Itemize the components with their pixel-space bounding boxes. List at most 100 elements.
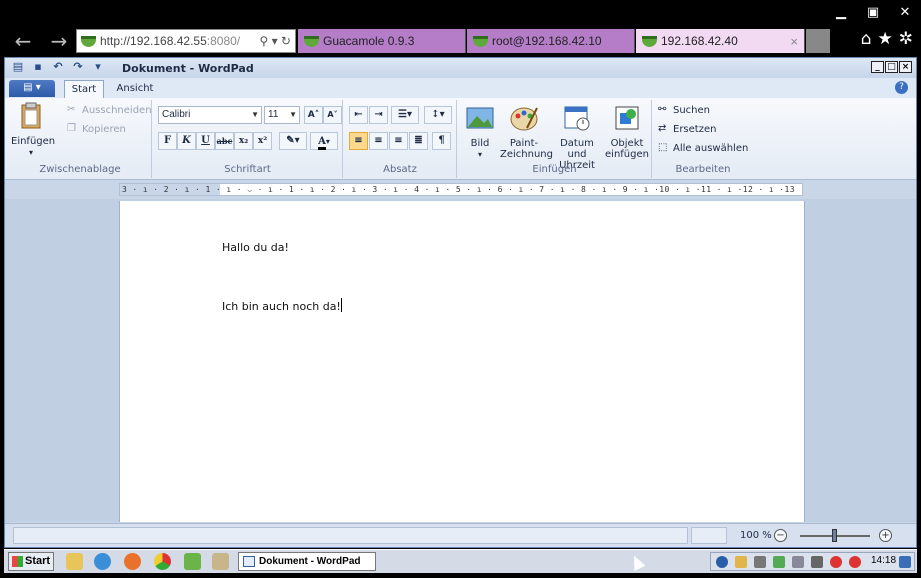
- align-left-icon[interactable]: ≡: [349, 132, 368, 150]
- date-time-button[interactable]: Datum und Uhrzeit: [550, 104, 604, 171]
- screen: ▁ ▣ ✕ ← → http://192.168.42.55:8080/ ⚲ ▾…: [0, 0, 921, 578]
- paste-dropdown-icon[interactable]: ▾: [11, 147, 51, 158]
- back-arrow-icon[interactable]: ←: [12, 30, 34, 52]
- show-desktop-icon[interactable]: [899, 556, 911, 568]
- ribbon-tab-row: ▤ ▾ Start Ansicht ?: [5, 78, 916, 98]
- ruler[interactable]: 3 · ı · 2 · ı · 1 · ı · ⌵ · ı · 1 · ı · …: [5, 181, 916, 199]
- subscript-button[interactable]: x₂: [234, 132, 253, 150]
- bullet-list-icon[interactable]: ☰▾: [391, 106, 419, 124]
- copy-icon: ❐: [67, 123, 76, 134]
- font-family-select[interactable]: Calibri ▼: [158, 106, 262, 124]
- select-all-icon: ⬚: [658, 142, 668, 153]
- document-line: Ich bin auch noch da!: [222, 300, 341, 313]
- align-right-icon[interactable]: ≡: [389, 132, 408, 150]
- font-size-select[interactable]: 11 ▼: [264, 106, 300, 124]
- app-menu-button[interactable]: ▤ ▾: [9, 80, 55, 97]
- minimize-icon[interactable]: ▁: [825, 0, 857, 24]
- minimize-icon[interactable]: _: [871, 61, 884, 73]
- address-bar[interactable]: http://192.168.42.55:8080/ ⚲ ▾ ↻: [76, 29, 296, 53]
- insert-object-button[interactable]: Objekt einfügen: [605, 104, 649, 160]
- find-button[interactable]: ⚯ Suchen: [658, 104, 710, 116]
- text-color-button[interactable]: A▾: [310, 132, 338, 150]
- customize-qat-icon[interactable]: ▾: [91, 60, 105, 74]
- tab-active-host[interactable]: 192.168.42.40 ×: [636, 29, 805, 53]
- replace-button[interactable]: ⇄ Ersetzen: [658, 123, 716, 135]
- close-icon[interactable]: ✕: [889, 0, 921, 24]
- underline-button[interactable]: U: [196, 132, 215, 150]
- help-icon[interactable]: ?: [895, 81, 908, 94]
- save-icon[interactable]: ▪: [31, 60, 45, 74]
- paste-button[interactable]: Einfügen ▾: [11, 102, 55, 158]
- justify-icon[interactable]: ≣: [409, 132, 428, 150]
- maximize-icon[interactable]: □: [885, 61, 898, 73]
- tray-icon[interactable]: [735, 556, 747, 568]
- chrome-icon[interactable]: [154, 553, 171, 570]
- italic-button[interactable]: K: [177, 132, 196, 150]
- group-editing: ⚯ Suchen ⇄ Ersetzen ⬚ Alle auswählen Bea…: [653, 100, 753, 178]
- close-icon[interactable]: ×: [899, 61, 912, 73]
- explorer-icon[interactable]: [66, 553, 83, 570]
- strikethrough-button[interactable]: abc: [215, 132, 234, 150]
- start-button[interactable]: Start: [8, 552, 54, 571]
- document-page[interactable]: Hallo du da! Ich bin auch noch da!: [119, 201, 805, 522]
- cut-button[interactable]: ✂ Ausschneiden: [67, 104, 152, 116]
- maximize-icon[interactable]: ▣: [857, 0, 889, 24]
- bold-button[interactable]: F: [158, 132, 177, 150]
- zoom-slider-thumb[interactable]: [832, 529, 837, 542]
- guacamole-favicon-icon: [642, 35, 657, 47]
- align-center-icon[interactable]: ≡: [369, 132, 388, 150]
- search-refresh-icon[interactable]: ⚲ ▾ ↻: [259, 34, 295, 48]
- home-icon[interactable]: ⌂: [861, 29, 872, 49]
- decrease-indent-icon[interactable]: ⇤: [349, 106, 368, 124]
- ie-icon[interactable]: [94, 553, 111, 570]
- clipboard-icon: [21, 102, 41, 129]
- picture-label: Bild: [470, 138, 490, 149]
- tab-root-ssh[interactable]: root@192.168.42.10: [467, 29, 635, 53]
- superscript-button[interactable]: x²: [253, 132, 272, 150]
- tray-icon[interactable]: [716, 556, 728, 568]
- wordpad-app-icon: ▤: [12, 60, 24, 73]
- chevron-down-icon: ▾: [477, 150, 482, 159]
- tab-label: root@192.168.42.10: [492, 34, 602, 48]
- tray-icon[interactable]: [830, 556, 842, 568]
- tab-guacamole[interactable]: Guacamole 0.9.3: [298, 29, 466, 53]
- tray-icon[interactable]: [811, 556, 823, 568]
- task-label: Dokument - WordPad: [259, 556, 361, 567]
- url-port: :8080/: [206, 34, 241, 48]
- group-insert: Bild ▾ Paint- Zeichnung Datum und Uhrzei…: [458, 100, 652, 178]
- document-area[interactable]: Hallo du da! Ich bin auch noch da!: [5, 199, 916, 522]
- zoom-in-button[interactable]: +: [879, 529, 892, 542]
- select-all-button[interactable]: ⬚ Alle auswählen: [658, 142, 748, 154]
- line-spacing-icon[interactable]: ↕▾: [424, 106, 452, 124]
- firefox-icon[interactable]: [124, 553, 141, 570]
- app-icon[interactable]: [212, 553, 229, 570]
- tray-icon[interactable]: [849, 556, 861, 568]
- tab-close-icon[interactable]: ×: [790, 34, 798, 49]
- picture-button[interactable]: Bild ▾: [462, 104, 498, 160]
- grow-font-button[interactable]: A˄: [304, 106, 323, 124]
- shrink-font-button[interactable]: A˅: [323, 106, 342, 124]
- increase-indent-icon[interactable]: ⇥: [369, 106, 388, 124]
- new-tab-area[interactable]: [806, 29, 830, 53]
- tab-start[interactable]: Start: [64, 80, 104, 98]
- copy-button[interactable]: ❐ Kopieren: [67, 123, 126, 135]
- tray-icon[interactable]: [792, 556, 804, 568]
- undo-icon[interactable]: ↶: [51, 60, 65, 74]
- app-icon[interactable]: [184, 553, 201, 570]
- gear-icon[interactable]: ✲: [899, 29, 913, 49]
- paint-drawing-button[interactable]: Paint- Zeichnung: [500, 104, 553, 160]
- object-icon: [615, 106, 639, 130]
- guacamole-favicon-icon: [304, 35, 319, 47]
- tray-icon[interactable]: [754, 556, 766, 568]
- tray-icon[interactable]: [773, 556, 785, 568]
- paragraph-dialog-icon[interactable]: ¶: [432, 132, 451, 150]
- tab-ansicht[interactable]: Ansicht: [113, 80, 157, 98]
- forward-arrow-icon[interactable]: →: [48, 30, 70, 52]
- highlight-color-button[interactable]: ✎▾: [279, 132, 307, 150]
- status-cell: [691, 527, 727, 544]
- redo-icon[interactable]: ↷: [71, 60, 85, 74]
- star-icon[interactable]: ★: [878, 29, 893, 49]
- zoom-out-button[interactable]: −: [774, 529, 787, 542]
- taskbar-item-wordpad[interactable]: Dokument - WordPad: [238, 552, 376, 571]
- group-label: Einfügen: [532, 164, 577, 175]
